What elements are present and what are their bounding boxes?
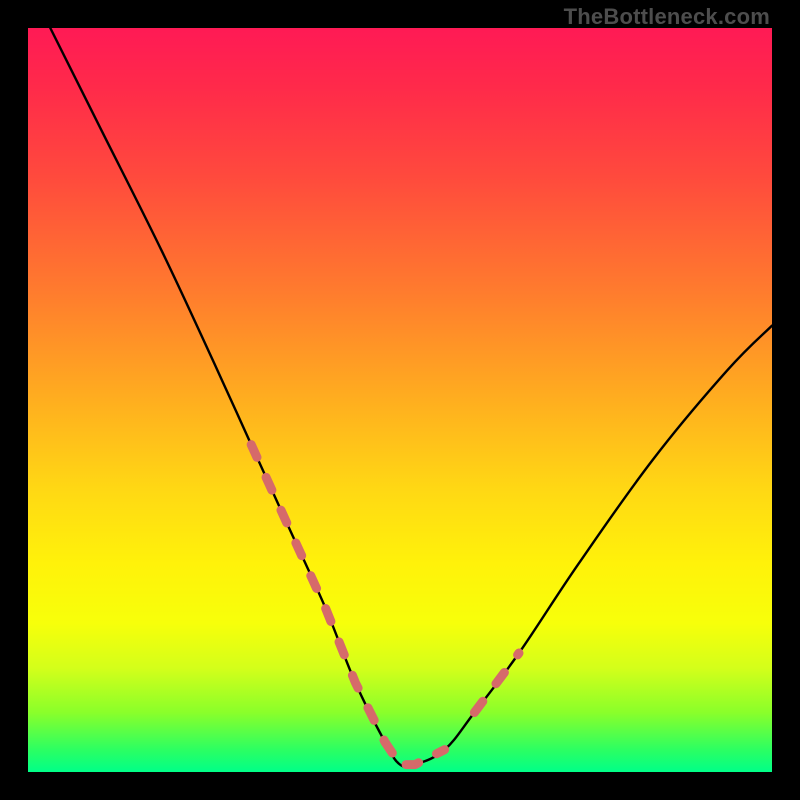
bottleneck-curve xyxy=(50,28,772,767)
plot-area xyxy=(28,28,772,772)
watermark-text: TheBottleneck.com xyxy=(564,4,770,30)
curve-svg xyxy=(28,28,772,772)
highlight-dashes-bottom xyxy=(385,742,445,764)
chart-frame: TheBottleneck.com xyxy=(0,0,800,800)
